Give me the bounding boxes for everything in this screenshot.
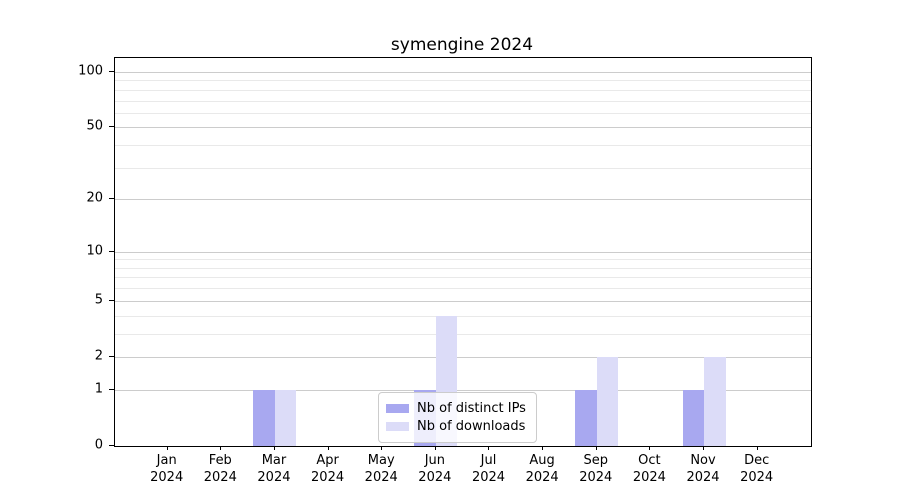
y-tick-mark bbox=[109, 389, 114, 390]
x-tick-mark bbox=[220, 446, 221, 450]
x-tick-mark bbox=[435, 446, 436, 450]
legend-swatch-downloads-icon bbox=[386, 422, 409, 431]
x-tick-mark bbox=[488, 446, 489, 450]
y-tick-mark bbox=[109, 251, 114, 252]
x-tick-mark bbox=[703, 446, 704, 450]
gridline-major bbox=[115, 199, 811, 200]
legend-label-downloads: Nb of downloads bbox=[417, 419, 525, 434]
gridline-major bbox=[115, 72, 811, 73]
y-tick-label: 50 bbox=[63, 119, 103, 134]
x-tick-label: Dec2024 bbox=[722, 452, 792, 486]
chart-figure: symengine 2024 0125102050100 Jan2024Feb2… bbox=[0, 0, 900, 500]
y-tick-label: 10 bbox=[63, 243, 103, 258]
y-tick-mark bbox=[109, 71, 114, 72]
gridline-minor bbox=[115, 113, 811, 114]
gridline-major bbox=[115, 127, 811, 128]
y-tick-label: 100 bbox=[63, 63, 103, 78]
x-tick-mark bbox=[649, 446, 650, 450]
y-tick-label: 1 bbox=[63, 381, 103, 396]
gridline-major bbox=[115, 301, 811, 302]
y-tick-mark bbox=[109, 198, 114, 199]
x-tick-mark bbox=[757, 446, 758, 450]
x-tick-mark bbox=[328, 446, 329, 450]
gridline-minor bbox=[115, 145, 811, 146]
y-tick-label: 20 bbox=[63, 191, 103, 206]
bar-sep-distinct-ips bbox=[575, 390, 597, 446]
bar-sep-downloads bbox=[597, 357, 619, 446]
legend-swatch-distinct-ips-icon bbox=[386, 404, 409, 413]
plot-area bbox=[114, 57, 812, 447]
gridline-minor bbox=[115, 288, 811, 289]
bar-mar-downloads bbox=[275, 390, 297, 446]
legend: Nb of distinct IPs Nb of downloads bbox=[378, 392, 537, 443]
x-tick-mark bbox=[542, 446, 543, 450]
gridline-minor bbox=[115, 80, 811, 81]
y-tick-mark bbox=[109, 356, 114, 357]
y-tick-mark bbox=[109, 445, 114, 446]
y-tick-label: 0 bbox=[63, 438, 103, 453]
legend-label-distinct-ips: Nb of distinct IPs bbox=[417, 401, 526, 416]
gridline-minor bbox=[115, 268, 811, 269]
x-tick-mark bbox=[381, 446, 382, 450]
x-tick-mark bbox=[167, 446, 168, 450]
y-tick-label: 2 bbox=[63, 348, 103, 363]
gridline-major bbox=[115, 252, 811, 253]
chart-title: symengine 2024 bbox=[114, 35, 810, 55]
legend-item-distinct-ips: Nb of distinct IPs bbox=[386, 400, 526, 417]
gridline-minor bbox=[115, 168, 811, 169]
gridline-minor bbox=[115, 334, 811, 335]
x-tick-mark bbox=[596, 446, 597, 450]
gridline-minor bbox=[115, 90, 811, 91]
bar-mar-distinct-ips bbox=[253, 390, 275, 446]
gridline-minor bbox=[115, 316, 811, 317]
y-tick-label: 5 bbox=[63, 292, 103, 307]
legend-item-downloads: Nb of downloads bbox=[386, 418, 526, 435]
gridline-minor bbox=[115, 101, 811, 102]
y-tick-mark bbox=[109, 126, 114, 127]
bar-nov-distinct-ips bbox=[683, 390, 705, 446]
bar-nov-downloads bbox=[704, 357, 726, 446]
y-tick-mark bbox=[109, 300, 114, 301]
gridline-minor bbox=[115, 277, 811, 278]
gridline-minor bbox=[115, 259, 811, 260]
x-tick-mark bbox=[274, 446, 275, 450]
